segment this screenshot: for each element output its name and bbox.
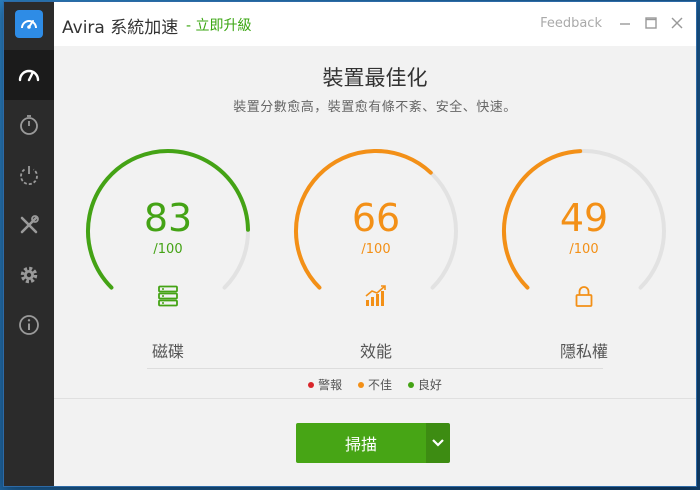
performance-score-max: /100 — [361, 242, 391, 257]
lock-icon — [572, 284, 596, 308]
legend-item-good: 良好 — [407, 378, 442, 392]
app-window: Avira 系統加速 - 立即升級 Feedback 裝置最佳化 裝置分數愈高，… — [4, 2, 696, 486]
close-button[interactable] — [668, 14, 686, 32]
speedometer-icon — [18, 69, 40, 82]
timer-icon — [20, 115, 38, 135]
feedback-link[interactable]: Feedback — [540, 16, 602, 31]
app-logo — [4, 2, 54, 46]
sidebar-item-tools[interactable] — [4, 200, 54, 250]
disk-label: 磁碟 — [151, 342, 184, 361]
legend-good-label: 良好 — [417, 378, 442, 392]
performance-icon — [364, 284, 388, 308]
poor-dot — [357, 381, 364, 388]
info-icon — [19, 315, 39, 335]
disk-score-max: /100 — [153, 242, 183, 257]
sidebar-item-optimize[interactable] — [4, 50, 54, 100]
speedometer-logo-icon — [15, 10, 43, 38]
scan-options-button[interactable] — [426, 423, 450, 463]
app-title: Avira 系統加速 — [62, 18, 179, 38]
maximize-button[interactable] — [642, 14, 660, 32]
legend-divider — [147, 368, 603, 369]
tools-icon — [20, 215, 39, 234]
privacy-label: 隱私權 — [559, 342, 608, 361]
sidebar-item-timer[interactable] — [4, 100, 54, 150]
page-title: 裝置最佳化 — [322, 66, 428, 90]
legend: 警報 不佳 良好 — [54, 376, 696, 393]
disk-gauge[interactable]: 83 /100 — [83, 146, 253, 316]
performance-label: 效能 — [359, 342, 392, 361]
gear-icon — [20, 266, 38, 284]
close-icon — [671, 17, 683, 29]
legend-item-poor: 不佳 — [357, 378, 392, 392]
privacy-gauge[interactable]: 49 /100 — [499, 146, 669, 316]
maximize-icon — [645, 17, 657, 29]
privacy-score-max: /100 — [569, 242, 599, 257]
alert-dot — [308, 381, 315, 388]
sidebar-item-startup[interactable] — [4, 150, 54, 200]
chevron-down-icon — [432, 439, 444, 447]
page-subtitle: 裝置分數愈高，裝置愈有條不紊、安全、快速。 — [233, 100, 517, 115]
minimize-button[interactable] — [616, 14, 634, 32]
upgrade-link[interactable]: - 立即升級 — [186, 15, 252, 35]
main-panel: 裝置最佳化 裝置分數愈高，裝置愈有條不紊、安全、快速。 83 /100 磁碟 6… — [54, 46, 696, 398]
sidebar-item-settings[interactable] — [4, 250, 54, 300]
legend-poor-label: 不佳 — [367, 378, 392, 392]
performance-gauge[interactable]: 66 /100 — [291, 146, 461, 316]
scan-button[interactable]: 掃描 — [296, 423, 426, 463]
power-icon — [20, 166, 38, 186]
disk-icon — [156, 284, 180, 308]
action-bar: 掃描 — [54, 398, 696, 486]
legend-alert-label: 警報 — [318, 378, 343, 392]
privacy-score: 49 — [559, 196, 609, 240]
disk-score: 83 — [143, 196, 193, 240]
performance-score: 66 — [351, 196, 401, 240]
title-bar: Avira 系統加速 - 立即升級 Feedback — [54, 2, 696, 46]
legend-item-alert: 警報 — [308, 378, 342, 392]
minimize-icon — [620, 23, 630, 25]
sidebar-item-info[interactable] — [4, 300, 54, 350]
good-dot — [407, 381, 414, 388]
sidebar — [4, 2, 54, 486]
